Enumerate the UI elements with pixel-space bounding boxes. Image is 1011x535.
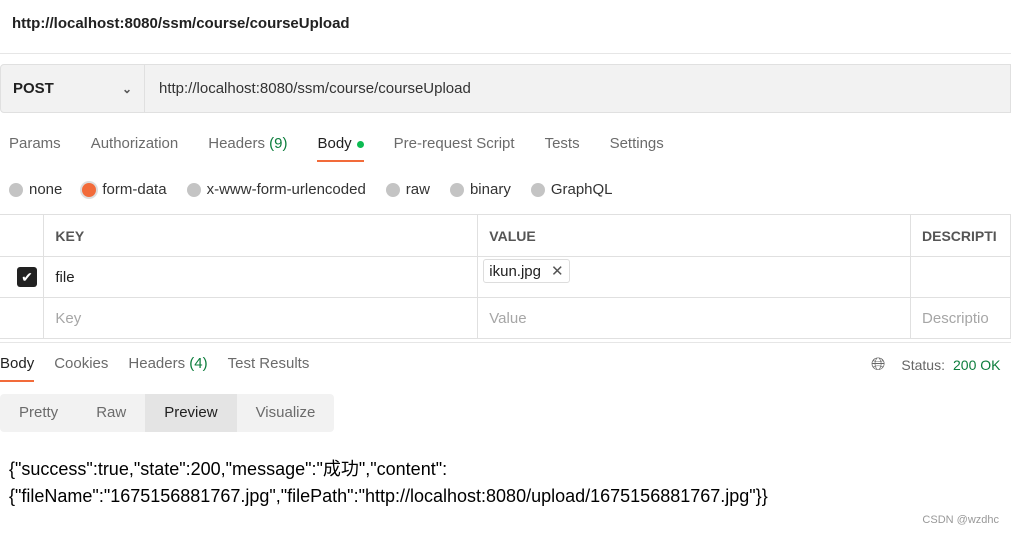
globe-icon[interactable]: 🌐︎ bbox=[871, 354, 885, 375]
radio-binary[interactable]: binary bbox=[449, 181, 511, 198]
tab-tests[interactable]: Tests bbox=[545, 135, 580, 152]
radio-icon bbox=[385, 182, 400, 197]
checkbox-checked-icon[interactable]: ✔ bbox=[17, 267, 37, 287]
request-title: http://localhost:8080/ssm/course/courseU… bbox=[12, 15, 350, 32]
url-bar: POST ⌄ http://localhost:8080/ssm/course/c… bbox=[0, 64, 1011, 113]
tab-params[interactable]: Params bbox=[9, 135, 61, 152]
resp-tab-body[interactable]: Body bbox=[0, 355, 35, 382]
watermark: CSDN @wzdhc bbox=[922, 514, 999, 526]
form-data-table: KEY VALUE DESCRIPTI ✔ file ikun.jpg ✕ Key… bbox=[0, 214, 1011, 339]
empty-checkbox-cell bbox=[0, 297, 45, 339]
radio-label: none bbox=[29, 181, 63, 198]
response-line: {"fileName":"1675156881767.jpg","filePat… bbox=[9, 486, 768, 506]
status-label: Status: bbox=[901, 356, 945, 373]
key-input[interactable]: Key bbox=[43, 297, 479, 339]
radio-label: x-www-form-urlencoded bbox=[206, 181, 366, 198]
request-tabs: Params Authorization Headers (9) Body Pr… bbox=[9, 135, 664, 162]
radio-x-www-form-urlencoded[interactable]: x-www-form-urlencoded bbox=[186, 181, 366, 198]
radio-icon bbox=[186, 182, 201, 197]
view-pretty[interactable]: Pretty bbox=[0, 394, 77, 432]
description-cell[interactable] bbox=[910, 256, 1011, 298]
table-row: ✔ file ikun.jpg ✕ bbox=[0, 256, 1011, 298]
radio-label: binary bbox=[469, 181, 511, 198]
close-icon[interactable]: ✕ bbox=[551, 262, 564, 280]
status-value: 200 OK bbox=[953, 356, 1001, 373]
tab-label: Headers bbox=[128, 355, 186, 372]
radio-graphql[interactable]: GraphQL bbox=[530, 181, 613, 198]
tab-label: Body bbox=[317, 135, 352, 152]
radio-label: raw bbox=[405, 181, 430, 198]
file-chip: ikun.jpg ✕ bbox=[483, 259, 570, 283]
tab-label: Headers bbox=[208, 135, 265, 152]
resp-tab-cookies[interactable]: Cookies bbox=[54, 355, 108, 372]
radio-label: form-data bbox=[102, 181, 167, 198]
tab-settings[interactable]: Settings bbox=[610, 135, 664, 152]
resp-tab-headers[interactable]: Headers (4) bbox=[128, 355, 207, 372]
response-status: 🌐︎ Status: 200 OK bbox=[871, 354, 1000, 375]
radio-icon bbox=[9, 182, 23, 197]
view-visualize[interactable]: Visualize bbox=[237, 394, 335, 432]
tab-body[interactable]: Body bbox=[317, 135, 364, 162]
value-input[interactable]: Value bbox=[477, 297, 912, 339]
tab-pre-request-script[interactable]: Pre-request Script bbox=[394, 135, 515, 152]
view-mode-toggle: Pretty Raw Preview Visualize bbox=[0, 394, 335, 432]
description-input[interactable]: Descriptio bbox=[910, 297, 1011, 339]
radio-icon bbox=[449, 182, 464, 197]
key-cell[interactable]: file bbox=[43, 256, 479, 298]
divider bbox=[0, 53, 1011, 54]
radio-none[interactable]: none bbox=[9, 181, 62, 198]
header-count: (9) bbox=[269, 135, 288, 152]
modified-dot-icon bbox=[356, 140, 364, 148]
tab-authorization[interactable]: Authorization bbox=[91, 135, 179, 152]
response-tabs: Body Cookies Headers (4) Test Results bbox=[0, 355, 310, 382]
radio-selected-icon bbox=[82, 182, 97, 197]
value-header: VALUE bbox=[477, 214, 912, 257]
method-label: POST bbox=[13, 80, 54, 97]
checkbox-column bbox=[0, 214, 45, 257]
value-cell[interactable]: ikun.jpg ✕ bbox=[477, 256, 912, 298]
method-select[interactable]: POST ⌄ bbox=[1, 65, 145, 112]
url-input[interactable]: http://localhost:8080/ssm/course/courseU… bbox=[145, 80, 471, 97]
tab-headers[interactable]: Headers (9) bbox=[208, 135, 287, 152]
chevron-down-icon: ⌄ bbox=[121, 81, 132, 96]
divider bbox=[0, 342, 1011, 343]
radio-raw[interactable]: raw bbox=[385, 181, 430, 198]
view-preview[interactable]: Preview bbox=[145, 394, 237, 432]
view-raw[interactable]: Raw bbox=[77, 394, 145, 432]
key-header: KEY bbox=[43, 214, 479, 257]
row-checkbox-cell: ✔ bbox=[0, 256, 45, 298]
radio-form-data[interactable]: form-data bbox=[82, 181, 167, 198]
description-header: DESCRIPTI bbox=[910, 214, 1011, 257]
radio-icon bbox=[530, 182, 545, 197]
table-header: KEY VALUE DESCRIPTI bbox=[0, 214, 1011, 257]
radio-label: GraphQL bbox=[550, 181, 613, 198]
resp-tab-test-results[interactable]: Test Results bbox=[228, 355, 310, 372]
body-type-radios: none form-data x-www-form-urlencoded raw… bbox=[9, 181, 613, 198]
header-count: (4) bbox=[189, 355, 208, 372]
file-name: ikun.jpg bbox=[489, 262, 541, 280]
response-preview: {"success":true,"state":200,"message":"成… bbox=[9, 456, 768, 510]
response-line: {"success":true,"state":200,"message":"成… bbox=[9, 459, 448, 479]
table-row-empty: Key Value Descriptio bbox=[0, 297, 1011, 339]
